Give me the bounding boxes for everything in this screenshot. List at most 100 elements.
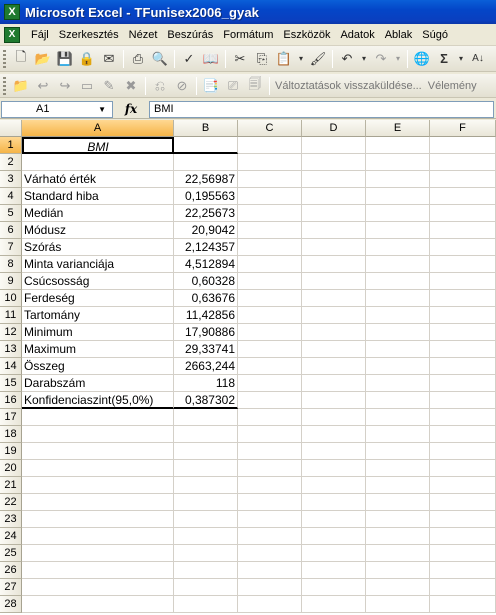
cell-c22[interactable] [238, 494, 302, 511]
cell-b26[interactable] [174, 562, 238, 579]
cell-e25[interactable] [366, 545, 430, 562]
menu-edit[interactable]: Szerkesztés [54, 25, 124, 45]
cell-f10[interactable] [430, 290, 496, 307]
new-icon[interactable]: 🗋 [11, 49, 31, 69]
cell-b21[interactable] [174, 477, 238, 494]
cell-c13[interactable] [238, 341, 302, 358]
reject-icon[interactable]: ⊘ [172, 76, 192, 96]
cell-d20[interactable] [302, 460, 366, 477]
cell-e20[interactable] [366, 460, 430, 477]
cell-d14[interactable] [302, 358, 366, 375]
cell-e9[interactable] [366, 273, 430, 290]
research-icon[interactable]: 📖 [201, 49, 221, 69]
row-header-22[interactable]: 22 [0, 494, 22, 511]
row-header-23[interactable]: 23 [0, 511, 22, 528]
cell-e12[interactable] [366, 324, 430, 341]
autosum-icon[interactable]: Σ [434, 49, 454, 69]
cell-d28[interactable] [302, 596, 366, 613]
cell-d3[interactable] [302, 171, 366, 188]
cell-a8[interactable]: Minta varianciája [22, 256, 174, 273]
redo-dropdown-icon[interactable]: ▾ [393, 49, 403, 69]
cell-f21[interactable] [430, 477, 496, 494]
cell-b4[interactable]: 0,195563 [174, 188, 238, 205]
cell-a10[interactable]: Ferdeség [22, 290, 174, 307]
cell-b17[interactable] [174, 409, 238, 426]
cell-c14[interactable] [238, 358, 302, 375]
formula-input[interactable]: BMI [149, 100, 494, 118]
track-changes-icon[interactable]: ⎌ [150, 76, 170, 96]
cell-d24[interactable] [302, 528, 366, 545]
workbook-icon[interactable]: X [4, 26, 20, 43]
cell-b12[interactable]: 17,90886 [174, 324, 238, 341]
cell-c23[interactable] [238, 511, 302, 528]
cell-c28[interactable] [238, 596, 302, 613]
cell-e6[interactable] [366, 222, 430, 239]
forward-icon[interactable]: ↪ [55, 76, 75, 96]
print-preview-icon[interactable]: 🔍 [150, 49, 170, 69]
cell-a17[interactable] [22, 409, 174, 426]
cell-a21[interactable] [22, 477, 174, 494]
delete-comment-icon[interactable]: ✖ [121, 76, 141, 96]
cell-a11[interactable]: Tartomány [22, 307, 174, 324]
cell-b14[interactable]: 2663,244 [174, 358, 238, 375]
cell-a19[interactable] [22, 443, 174, 460]
cell-b16[interactable]: 0,387302 [174, 392, 238, 409]
hyperlink-icon[interactable]: 🌐 [412, 49, 432, 69]
row-header-25[interactable]: 25 [0, 545, 22, 562]
cell-b11[interactable]: 11,42856 [174, 307, 238, 324]
cell-f9[interactable] [430, 273, 496, 290]
row-header-18[interactable]: 18 [0, 426, 22, 443]
cell-b10[interactable]: 0,63676 [174, 290, 238, 307]
cell-f15[interactable] [430, 375, 496, 392]
cell-c12[interactable] [238, 324, 302, 341]
row-header-7[interactable]: 7 [0, 239, 22, 256]
cell-a5[interactable]: Medián [22, 205, 174, 222]
cell-b25[interactable] [174, 545, 238, 562]
cell-e22[interactable] [366, 494, 430, 511]
row-header-26[interactable]: 26 [0, 562, 22, 579]
permission-icon[interactable]: 🔒 [77, 49, 97, 69]
cell-c9[interactable] [238, 273, 302, 290]
cell-d8[interactable] [302, 256, 366, 273]
cell-d26[interactable] [302, 562, 366, 579]
cell-f13[interactable] [430, 341, 496, 358]
cell-b18[interactable] [174, 426, 238, 443]
cell-c27[interactable] [238, 579, 302, 596]
column-header-c[interactable]: C [238, 120, 302, 137]
row-header-28[interactable]: 28 [0, 596, 22, 613]
cell-b20[interactable] [174, 460, 238, 477]
cell-b6[interactable]: 20,9042 [174, 222, 238, 239]
cell-f17[interactable] [430, 409, 496, 426]
row-header-9[interactable]: 9 [0, 273, 22, 290]
cell-e18[interactable] [366, 426, 430, 443]
cell-b2[interactable] [174, 154, 238, 171]
cell-d13[interactable] [302, 341, 366, 358]
cell-e1[interactable] [366, 137, 430, 154]
paste-dropdown-icon[interactable]: ▾ [296, 49, 306, 69]
column-header-a[interactable]: A [22, 120, 174, 137]
cell-c24[interactable] [238, 528, 302, 545]
cell-c4[interactable] [238, 188, 302, 205]
cell-b27[interactable] [174, 579, 238, 596]
cell-c16[interactable] [238, 392, 302, 409]
paste-icon[interactable]: 📋 [274, 49, 294, 69]
cell-b28[interactable] [174, 596, 238, 613]
cell-e13[interactable] [366, 341, 430, 358]
cell-c6[interactable] [238, 222, 302, 239]
end-review-button[interactable]: Vélemény [428, 80, 477, 92]
menu-insert[interactable]: Beszúrás [162, 25, 218, 45]
cell-c19[interactable] [238, 443, 302, 460]
cell-a13[interactable]: Maximum [22, 341, 174, 358]
cell-e24[interactable] [366, 528, 430, 545]
cell-e16[interactable] [366, 392, 430, 409]
reply-with-changes-button[interactable]: Változtatások visszaküldése... [275, 80, 422, 92]
cell-e17[interactable] [366, 409, 430, 426]
cell-e19[interactable] [366, 443, 430, 460]
cell-f1[interactable] [430, 137, 496, 154]
menu-view[interactable]: Nézet [124, 25, 163, 45]
row-header-16[interactable]: 16 [0, 392, 22, 409]
cell-f28[interactable] [430, 596, 496, 613]
column-header-f[interactable]: F [430, 120, 496, 137]
cell-b13[interactable]: 29,33741 [174, 341, 238, 358]
cell-e3[interactable] [366, 171, 430, 188]
